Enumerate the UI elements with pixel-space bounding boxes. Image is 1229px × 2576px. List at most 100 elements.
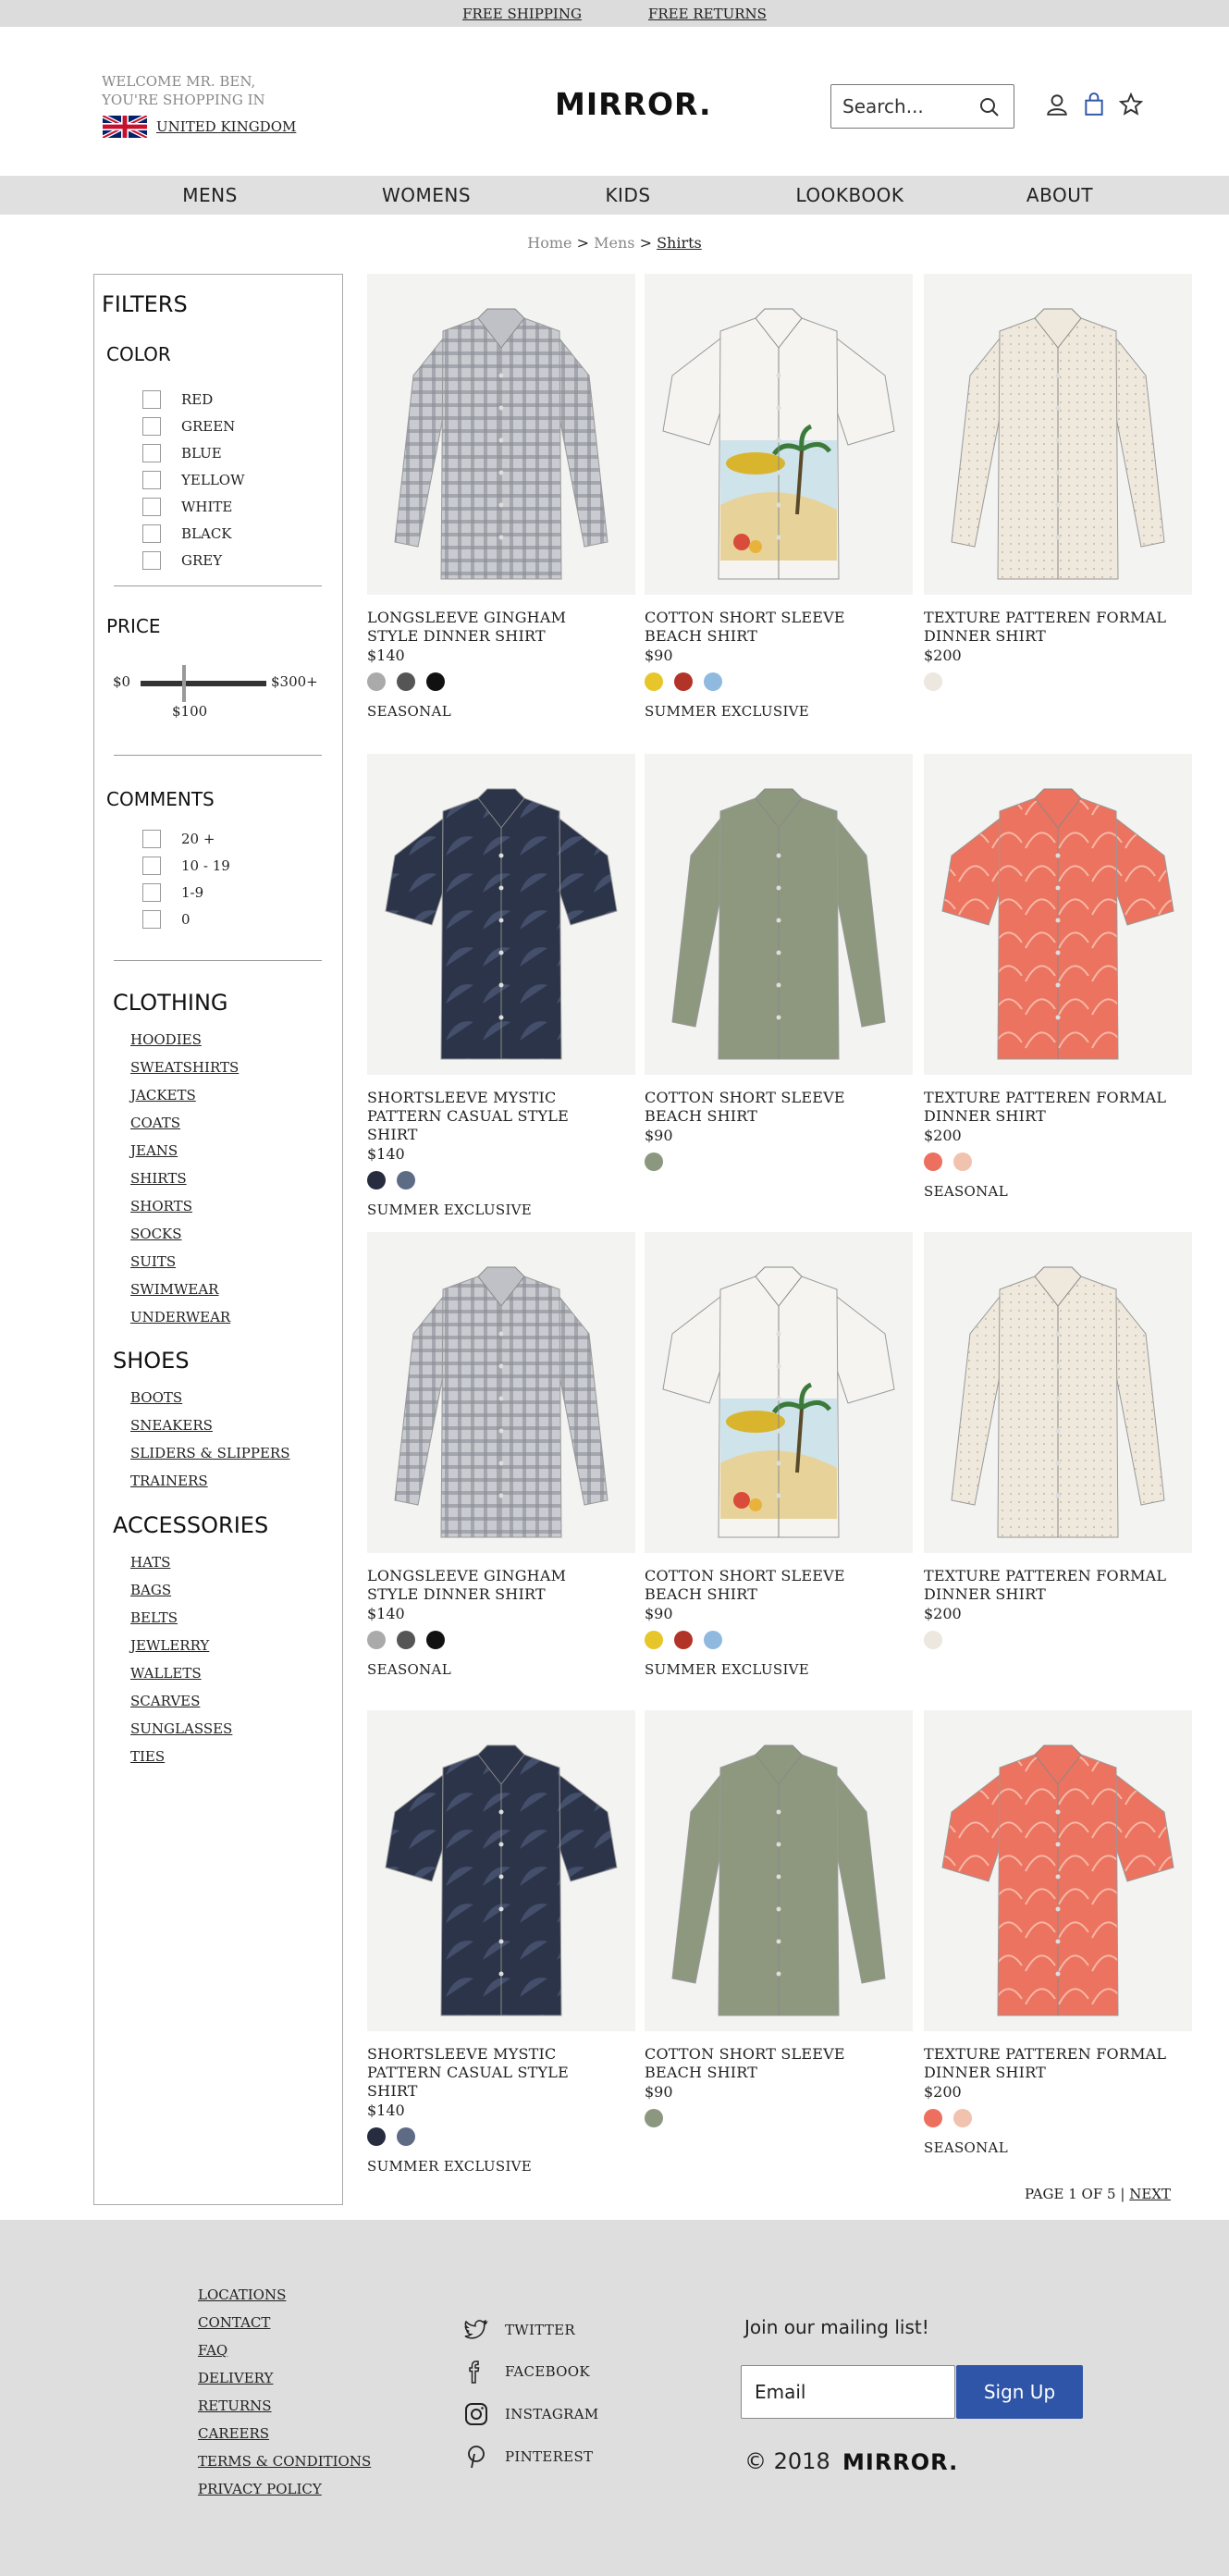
comments-filter-option[interactable]: 20 + [142, 830, 215, 848]
product-name[interactable]: TEXTURE PATTEREN FORMAL DINNER SHIRT [924, 2045, 1178, 2082]
color-filter-option[interactable]: GREY [142, 551, 222, 570]
color-swatch[interactable] [674, 1631, 693, 1649]
clothing-link[interactable]: COATS [130, 1115, 180, 1131]
product-card[interactable]: COTTON SHORT SLEEVE BEACH SHIRT $90 SUMMER… [645, 274, 913, 720]
country-selector[interactable]: UNITED KINGDOM [156, 118, 296, 135]
breadcrumb-mens[interactable]: Mens [594, 234, 634, 252]
color-filter-option[interactable]: RED [142, 390, 213, 409]
checkbox[interactable] [142, 524, 161, 543]
color-swatch[interactable] [704, 672, 722, 691]
color-swatch[interactable] [674, 672, 693, 691]
accessories-link[interactable]: TIES [130, 1748, 165, 1765]
green-shirt-image[interactable] [645, 1710, 913, 2031]
product-name[interactable]: TEXTURE PATTEREN FORMAL DINNER SHIRT [924, 1089, 1178, 1126]
user-account-icon[interactable] [1045, 92, 1069, 117]
clothing-link[interactable]: SHIRTS [130, 1170, 187, 1187]
product-name[interactable]: TEXTURE PATTEREN FORMAL DINNER SHIRT [924, 1567, 1178, 1604]
clothing-link[interactable]: UNDERWEAR [130, 1309, 230, 1325]
sign-up-button[interactable]: Sign Up [956, 2365, 1083, 2419]
clothing-link[interactable]: SWEATSHIRTS [130, 1059, 239, 1076]
shoes-link[interactable]: BOOTS [130, 1389, 182, 1406]
product-name[interactable]: COTTON SHORT SLEEVE BEACH SHIRT [645, 1089, 899, 1126]
product-card[interactable]: TEXTURE PATTEREN FORMAL DINNER SHIRT $200… [924, 754, 1192, 1200]
gingham-shirt-image[interactable] [367, 1232, 635, 1553]
color-swatch[interactable] [367, 1171, 386, 1189]
accessories-link[interactable]: SCARVES [130, 1693, 200, 1709]
footer-link[interactable]: DELIVERY [198, 2370, 273, 2386]
accessories-link[interactable]: BELTS [130, 1609, 178, 1626]
color-swatch[interactable] [924, 672, 942, 691]
nav-about[interactable]: ABOUT [1026, 184, 1093, 206]
footer-link[interactable]: FAQ [198, 2342, 227, 2359]
coral-shirt-image[interactable] [924, 754, 1192, 1075]
checkbox[interactable] [142, 417, 161, 436]
breadcrumb-current[interactable]: Shirts [657, 234, 702, 252]
product-name[interactable]: SHORTSLEEVE MYSTIC PATTERN CASUAL STYLE … [367, 1089, 621, 1144]
shoes-link[interactable]: SNEAKERS [130, 1417, 213, 1434]
checkbox[interactable] [142, 471, 161, 489]
footer-link[interactable]: RETURNS [198, 2397, 272, 2414]
color-swatch[interactable] [645, 1631, 663, 1649]
accessories-link[interactable]: JEWLERRY [130, 1637, 209, 1654]
search-input[interactable] [842, 95, 972, 117]
comments-filter-option[interactable]: 1-9 [142, 883, 203, 902]
free-returns-link[interactable]: FREE RETURNS [648, 6, 767, 22]
color-swatch[interactable] [645, 2109, 663, 2127]
color-swatch[interactable] [397, 672, 415, 691]
nav-womens[interactable]: WOMENS [382, 184, 471, 206]
color-swatch[interactable] [704, 1631, 722, 1649]
beach-shirt-image[interactable] [645, 1232, 913, 1553]
product-card[interactable]: COTTON SHORT SLEEVE BEACH SHIRT $90 [645, 1710, 913, 2139]
social-instagram-link[interactable]: INSTAGRAM [462, 2400, 599, 2428]
color-swatch[interactable] [367, 672, 386, 691]
clothing-link[interactable]: SHORTS [130, 1198, 192, 1214]
product-card[interactable]: COTTON SHORT SLEEVE BEACH SHIRT $90 SUMMER… [645, 1232, 913, 1678]
social-pinterest-link[interactable]: PINTEREST [462, 2443, 593, 2471]
free-shipping-link[interactable]: FREE SHIPPING [462, 6, 582, 22]
product-name[interactable]: SHORTSLEEVE MYSTIC PATTERN CASUAL STYLE … [367, 2045, 621, 2101]
shoes-link[interactable]: TRAINERS [130, 1473, 208, 1489]
product-name[interactable]: LONGSLEEVE GINGHAM STYLE DINNER SHIRT [367, 609, 621, 646]
accessories-link[interactable]: BAGS [130, 1582, 171, 1598]
green-shirt-image[interactable] [645, 754, 913, 1075]
cream-shirt-image[interactable] [924, 274, 1192, 595]
cream-shirt-image[interactable] [924, 1232, 1192, 1553]
footer-link[interactable]: CAREERS [198, 2425, 269, 2442]
checkbox[interactable] [142, 910, 161, 929]
clothing-link[interactable]: JACKETS [130, 1087, 196, 1103]
checkbox[interactable] [142, 390, 161, 409]
clothing-link[interactable]: SOCKS [130, 1226, 182, 1242]
product-card[interactable]: COTTON SHORT SLEEVE BEACH SHIRT $90 [645, 754, 913, 1183]
product-card[interactable]: TEXTURE PATTEREN FORMAL DINNER SHIRT $200 [924, 274, 1192, 703]
checkbox[interactable] [142, 857, 161, 875]
nav-mens[interactable]: MENS [182, 184, 238, 206]
footer-link[interactable]: CONTACT [198, 2314, 270, 2331]
checkbox[interactable] [142, 830, 161, 848]
product-card[interactable]: TEXTURE PATTEREN FORMAL DINNER SHIRT $200 [924, 1232, 1192, 1661]
product-name[interactable]: COTTON SHORT SLEEVE BEACH SHIRT [645, 1567, 899, 1604]
color-swatch[interactable] [953, 2109, 972, 2127]
shoes-link[interactable]: SLIDERS & SLIPPERS [130, 1445, 289, 1461]
product-name[interactable]: COTTON SHORT SLEEVE BEACH SHIRT [645, 2045, 899, 2082]
checkbox[interactable] [142, 883, 161, 902]
next-page-link[interactable]: NEXT [1129, 2186, 1171, 2202]
accessories-link[interactable]: SUNGLASSES [130, 1720, 232, 1737]
color-swatch[interactable] [924, 1631, 942, 1649]
color-filter-option[interactable]: BLUE [142, 444, 222, 462]
color-swatch[interactable] [924, 2109, 942, 2127]
color-swatch[interactable] [367, 2127, 386, 2146]
navy-shirt-image[interactable] [367, 754, 635, 1075]
product-card[interactable]: LONGSLEEVE GINGHAM STYLE DINNER SHIRT $14… [367, 274, 635, 720]
site-logo[interactable]: MIRROR. [555, 86, 712, 122]
footer-link[interactable]: LOCATIONS [198, 2286, 286, 2303]
clothing-link[interactable]: SUITS [130, 1253, 176, 1270]
navy-shirt-image[interactable] [367, 1710, 635, 2031]
beach-shirt-image[interactable] [645, 274, 913, 595]
color-swatch[interactable] [397, 1171, 415, 1189]
product-name[interactable]: COTTON SHORT SLEEVE BEACH SHIRT [645, 609, 899, 646]
product-name[interactable]: LONGSLEEVE GINGHAM STYLE DINNER SHIRT [367, 1567, 621, 1604]
color-swatch[interactable] [645, 1152, 663, 1171]
color-swatch[interactable] [397, 2127, 415, 2146]
comments-filter-option[interactable]: 10 - 19 [142, 857, 230, 875]
product-card[interactable]: LONGSLEEVE GINGHAM STYLE DINNER SHIRT $14… [367, 1232, 635, 1678]
